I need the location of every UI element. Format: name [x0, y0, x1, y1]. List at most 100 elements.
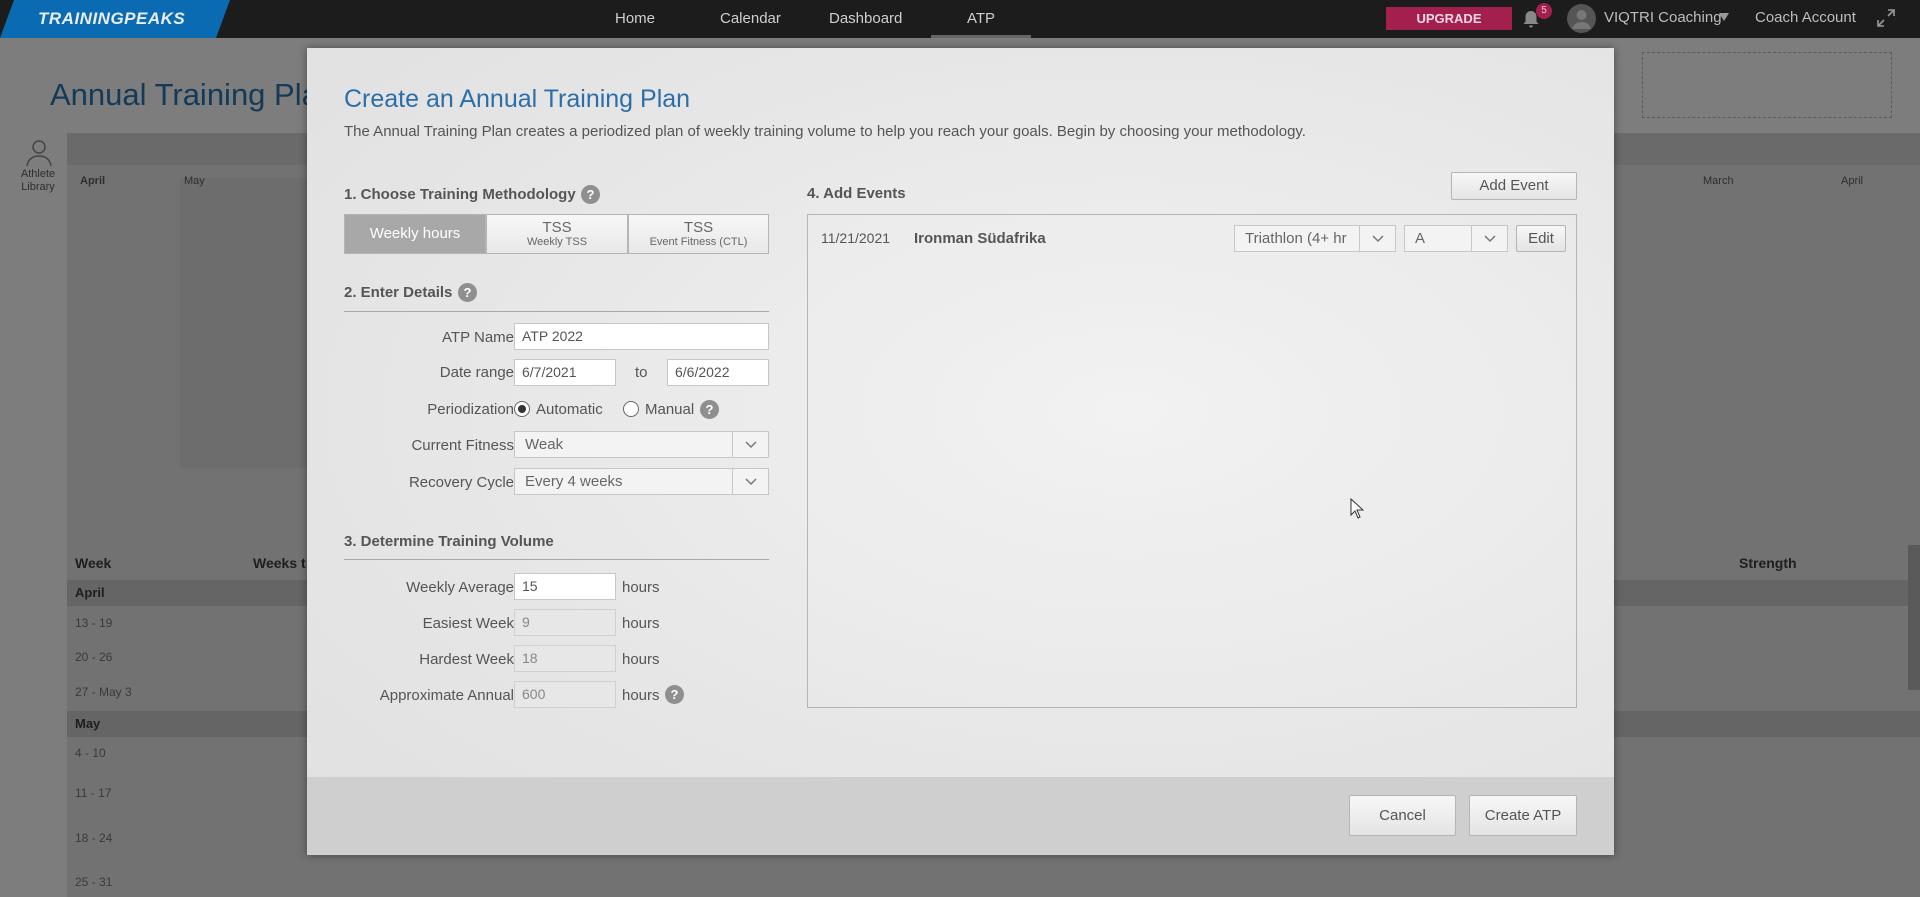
- dialog-description: The Annual Training Plan creates a perio…: [344, 123, 1306, 140]
- section-events-heading: 4. Add Events: [807, 185, 906, 202]
- upgrade-button[interactable]: UPGRADE: [1386, 7, 1512, 30]
- page-scrollbar[interactable]: [1908, 545, 1920, 690]
- date-from-input[interactable]: 6/7/2021: [514, 359, 616, 386]
- chevron-down-icon[interactable]: [1359, 226, 1395, 251]
- help-icon[interactable]: ?: [458, 283, 477, 302]
- section-volume-heading: 3. Determine Training Volume: [344, 533, 554, 550]
- event-name[interactable]: Ironman Südafrika: [914, 230, 1046, 247]
- help-icon[interactable]: ?: [581, 185, 600, 204]
- trainingpeaks-logo[interactable]: TRAININGPEAKS: [0, 0, 230, 38]
- current-fitness-select[interactable]: Weak: [514, 431, 769, 458]
- timeline-month: March: [1703, 175, 1734, 187]
- periodization-automatic-label[interactable]: Automatic: [536, 401, 603, 418]
- column-header-strength: Strength: [1739, 555, 1797, 571]
- date-to-input[interactable]: 6/6/2022: [667, 359, 769, 386]
- column-header-weeks-to: Weeks t: [253, 555, 306, 571]
- date-to-label: to: [635, 364, 648, 381]
- periodization-manual-radio[interactable]: [623, 401, 639, 417]
- section-details-heading: 2. Enter Details: [344, 284, 453, 301]
- periodization-manual-label[interactable]: Manual: [645, 401, 694, 418]
- recovery-cycle-value: Every 4 weeks: [525, 473, 623, 490]
- table-row: 20 - 26: [75, 650, 113, 664]
- coach-account-link[interactable]: Coach Account: [1755, 0, 1856, 36]
- event-date: 11/21/2021: [821, 230, 891, 246]
- easiest-week-label: Easiest Week: [422, 615, 514, 632]
- create-atp-dialog: Create an Annual Training Plan The Annua…: [307, 48, 1614, 855]
- unit-label: hours: [622, 651, 660, 668]
- cancel-button[interactable]: Cancel: [1349, 795, 1456, 836]
- expand-icon[interactable]: [1877, 9, 1895, 27]
- page-title: Annual Training Pla: [50, 77, 319, 112]
- unit-label: hours: [622, 615, 660, 632]
- event-priority-select[interactable]: A: [1404, 225, 1508, 252]
- account-menu[interactable]: VIQTRI Coaching: [1604, 0, 1722, 36]
- divider: [344, 311, 769, 312]
- nav-dashboard[interactable]: Dashboard: [829, 0, 902, 38]
- chevron-down-icon[interactable]: [1719, 13, 1729, 21]
- timeline-chart-area: [180, 178, 310, 468]
- weekly-average-label: Weekly Average: [406, 579, 514, 596]
- mouse-cursor-icon: [1350, 498, 1364, 519]
- unit-label: hours: [622, 579, 660, 596]
- table-row: 11 - 17: [75, 786, 112, 800]
- current-fitness-label: Current Fitness: [411, 437, 514, 454]
- chevron-down-icon[interactable]: [1471, 226, 1507, 251]
- divider: [344, 559, 769, 560]
- timeline-month: April: [1841, 175, 1864, 187]
- nav-atp[interactable]: ATP: [931, 0, 1031, 38]
- method-sublabel: Weekly TSS: [526, 236, 588, 248]
- table-row: 27 - May 3: [75, 685, 132, 699]
- add-event-button[interactable]: Add Event: [1451, 172, 1577, 200]
- event-type-select[interactable]: Triathlon (4+ hr: [1234, 225, 1396, 252]
- method-weekly-hours[interactable]: Weekly hours: [344, 214, 486, 254]
- placeholder-box: [1642, 52, 1892, 118]
- method-label: TSS: [542, 219, 572, 236]
- method-label: TSS: [683, 219, 714, 236]
- table-row: 13 - 19: [75, 616, 113, 630]
- edit-event-button[interactable]: Edit: [1516, 225, 1566, 252]
- events-list: 11/21/2021 Ironman Südafrika Triathlon (…: [807, 214, 1577, 708]
- help-icon[interactable]: ?: [700, 400, 719, 419]
- avatar[interactable]: [1567, 4, 1596, 33]
- column-header-week: Week: [75, 555, 112, 571]
- nav-home[interactable]: Home: [615, 0, 655, 38]
- month-section-label: May: [75, 716, 101, 731]
- periodization-automatic-radio[interactable]: [514, 401, 530, 417]
- current-fitness-value: Weak: [525, 436, 564, 453]
- chevron-down-icon[interactable]: [732, 432, 768, 457]
- weekly-average-input[interactable]: 15: [514, 573, 616, 600]
- table-row: 25 - 31: [75, 875, 113, 889]
- method-label: Weekly hours: [369, 225, 461, 242]
- athlete-library-label[interactable]: Athlete Library: [18, 168, 58, 194]
- dialog-footer: Cancel Create ATP: [307, 777, 1614, 855]
- table-row: 4 - 10: [75, 746, 106, 760]
- recovery-cycle-label: Recovery Cycle: [408, 474, 514, 491]
- method-weekly-tss[interactable]: TSS Weekly TSS: [486, 214, 628, 254]
- help-icon[interactable]: ?: [665, 685, 684, 704]
- periodization-label: Periodization: [427, 401, 514, 418]
- chevron-down-icon[interactable]: [732, 469, 768, 494]
- recovery-cycle-select[interactable]: Every 4 weeks: [514, 468, 769, 495]
- hardest-week-input: 18: [514, 645, 616, 672]
- atp-name-label: ATP Name: [442, 329, 514, 346]
- timeline-month: May: [184, 175, 205, 187]
- section-methodology-heading: 1. Choose Training Methodology: [344, 186, 576, 203]
- approximate-annual-label: Approximate Annual: [379, 687, 514, 704]
- atp-name-input[interactable]: ATP 2022: [514, 323, 769, 350]
- month-section-label: April: [75, 585, 105, 600]
- notification-badge: 5: [1536, 3, 1552, 19]
- approximate-annual-input: 600: [514, 681, 616, 708]
- method-event-fitness[interactable]: TSS Event Fitness (CTL): [628, 214, 769, 254]
- date-range-label: Date range: [439, 364, 514, 381]
- nav-calendar[interactable]: Calendar: [720, 0, 781, 38]
- top-navigation-bar: TRAININGPEAKS Home Calendar Dashboard AT…: [0, 0, 1920, 38]
- method-sublabel: Event Fitness (CTL): [649, 236, 748, 248]
- athlete-library-icon[interactable]: [23, 139, 55, 167]
- easiest-week-input: 9: [514, 609, 616, 636]
- create-atp-button[interactable]: Create ATP: [1469, 795, 1577, 836]
- event-priority-value: A: [1415, 230, 1426, 247]
- table-row: 18 - 24: [75, 831, 113, 845]
- event-type-value: Triathlon (4+ hr: [1245, 230, 1347, 247]
- logo-text: TRAININGPEAKS: [38, 9, 186, 28]
- user-icon: [1572, 10, 1591, 29]
